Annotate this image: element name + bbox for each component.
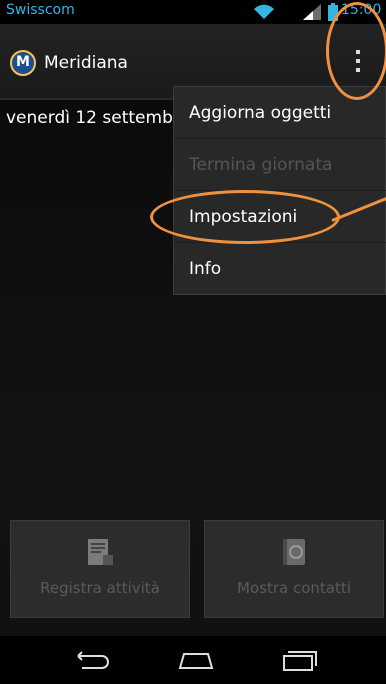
- signal-icon: [303, 4, 321, 20]
- recent-apps-icon[interactable]: [280, 648, 320, 672]
- registra-attivita-button[interactable]: Registra attività: [10, 520, 190, 618]
- document-icon: [88, 539, 113, 565]
- navigation-bar: [0, 636, 386, 684]
- menu-item-impostazioni[interactable]: Impostazioni: [174, 191, 386, 243]
- app-title[interactable]: Meridiana: [44, 53, 128, 73]
- home-icon[interactable]: [176, 648, 216, 672]
- clock: 15:00: [341, 2, 382, 18]
- back-icon[interactable]: [72, 648, 112, 672]
- menu-item-aggiorna-oggetti[interactable]: Aggiorna oggetti: [174, 87, 386, 139]
- overflow-popup-menu: Aggiorna oggetti Termina giornata Impost…: [173, 86, 386, 295]
- wifi-icon: [254, 4, 274, 19]
- mostra-contatti-button[interactable]: Mostra contatti: [204, 520, 384, 618]
- overflow-menu-button[interactable]: [340, 38, 376, 84]
- registra-attivita-label: Registra attività: [40, 579, 160, 597]
- status-bar: Swisscom 15:00: [0, 0, 386, 24]
- menu-item-termina-giornata: Termina giornata: [174, 139, 386, 191]
- menu-item-info[interactable]: Info: [174, 243, 386, 295]
- app-logo-icon[interactable]: M: [10, 50, 36, 76]
- mostra-contatti-label: Mostra contatti: [237, 579, 351, 597]
- carrier-name: Swisscom: [6, 2, 75, 18]
- address-book-icon: [283, 539, 305, 565]
- overflow-menu-icon: [356, 50, 360, 54]
- date-label: venerdì 12 settembre: [6, 108, 190, 128]
- battery-icon: [328, 3, 338, 21]
